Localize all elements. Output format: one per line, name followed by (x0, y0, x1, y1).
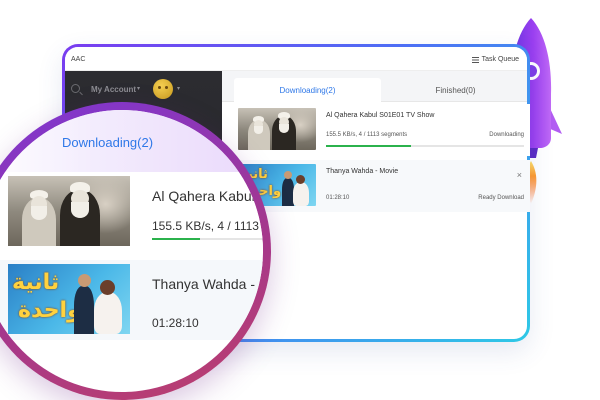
download-title: Al Qahera Kabul S01E01 TV Show (326, 112, 435, 119)
magnified-title: Al Qahera Kabul (152, 188, 255, 204)
magnifier-lens: Downloading(2) Al Qahera Kabul 155.5 KB/… (0, 110, 263, 392)
download-duration: 01:28:10 (326, 195, 350, 201)
app-name: AAC (71, 56, 86, 63)
avatar[interactable] (153, 79, 173, 99)
magnified-title: Thanya Wahda - (152, 276, 255, 292)
download-status: Downloading (489, 132, 524, 138)
close-icon[interactable]: × (517, 170, 522, 180)
magnified-downloading-tab: Downloading(2) (62, 135, 154, 150)
search-icon[interactable] (71, 84, 80, 93)
video-thumbnail: ثانية واحدة (8, 264, 130, 334)
video-thumbnail (8, 176, 130, 246)
magnified-progress-bar (152, 238, 263, 240)
chevron-down-icon[interactable]: ▾ (137, 85, 140, 92)
magnifier-ring: Downloading(2) Al Qahera Kabul 155.5 KB/… (0, 102, 271, 400)
task-queue-label: Task Queue (481, 56, 519, 63)
list-icon (471, 56, 479, 63)
tab-finished[interactable]: Finished(0) (382, 78, 527, 102)
tab-downloading[interactable]: Downloading(2) (234, 78, 381, 102)
magnified-download-item: Al Qahera Kabul 155.5 KB/s, 4 / 1113 (0, 172, 263, 252)
download-tabs: Downloading(2) Finished(0) (222, 71, 527, 102)
download-progress-bar (326, 145, 524, 147)
download-progress-fill (326, 145, 412, 147)
download-item[interactable]: Al Qahera Kabul S01E01 TV Show 155.5 KB/… (230, 104, 530, 156)
download-status: Ready Download (478, 195, 524, 201)
task-queue-button[interactable]: Task Queue (471, 56, 519, 63)
magnified-download-item: ثانية واحدة Thanya Wahda - 01:28:10 (0, 260, 263, 340)
download-item[interactable]: ثانية واحدة Thanya Wahda - Movie 01:28:1… (230, 160, 530, 212)
my-account-label[interactable]: My Account (91, 85, 136, 94)
download-title: Thanya Wahda - Movie (326, 168, 399, 175)
download-speed: 155.5 KB/s, 4 / 1113 segments (326, 132, 408, 138)
magnified-speed: 155.5 KB/s, 4 / 1113 (152, 219, 259, 233)
magnified-duration: 01:28:10 (152, 316, 199, 330)
avatar-chevron-down-icon[interactable]: ▾ (177, 85, 180, 92)
magnified-progress-fill (152, 238, 200, 240)
title-bar: AAC Task Queue (65, 47, 527, 71)
